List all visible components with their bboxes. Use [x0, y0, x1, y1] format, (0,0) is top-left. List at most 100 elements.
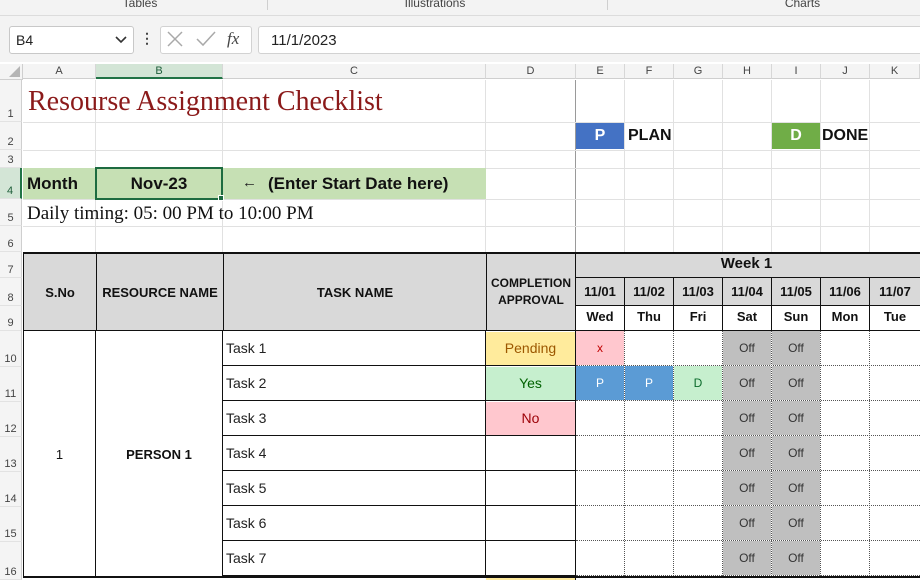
mark-cell[interactable] [674, 506, 722, 540]
column-header-j[interactable]: J [821, 64, 870, 79]
month-label[interactable]: Month [27, 174, 78, 194]
date-cell[interactable]: 11/03 [674, 278, 723, 306]
row-header-2[interactable]: 2 [0, 122, 22, 150]
mark-cell[interactable] [625, 471, 673, 505]
task-name-cell[interactable]: Task 1 [223, 331, 486, 366]
done-cell[interactable]: D [674, 366, 722, 400]
daily-timing-text[interactable]: Daily timing: 05: 00 PM to 10:00 PM [27, 203, 314, 225]
approval-cell[interactable] [486, 507, 575, 540]
day-off-cell[interactable]: Off [772, 436, 820, 470]
day-off-cell[interactable]: Off [723, 471, 771, 505]
mark-cell[interactable] [821, 471, 869, 505]
task-name-cell[interactable]: Task 5 [223, 471, 486, 506]
more-options-icon[interactable]: ⋮ [140, 30, 154, 47]
mark-cell[interactable] [821, 506, 869, 540]
day-off-cell[interactable]: Off [723, 436, 771, 470]
mark-cell[interactable] [625, 541, 673, 575]
day-off-cell[interactable]: Off [723, 366, 771, 400]
sheet-title[interactable]: Resourse Assignment Checklist [28, 86, 383, 118]
week-label[interactable]: Week 1 [576, 255, 917, 272]
mark-cell[interactable] [576, 471, 624, 505]
mark-cell[interactable] [870, 506, 919, 540]
approval-cell[interactable] [486, 472, 575, 505]
column-header-k[interactable]: K [870, 64, 920, 79]
row-header-12[interactable]: 12 [0, 402, 22, 437]
column-header-g[interactable]: G [674, 64, 723, 79]
row-header-14[interactable]: 14 [0, 472, 22, 507]
mark-cell[interactable] [625, 331, 673, 365]
day-cell[interactable]: Sat [723, 306, 772, 331]
row-header-11[interactable]: 11 [0, 367, 22, 402]
day-cell[interactable]: Wed [576, 306, 625, 331]
mark-cell[interactable] [821, 366, 869, 400]
day-cell[interactable]: Mon [821, 306, 870, 331]
day-off-cell[interactable]: Off [772, 506, 820, 540]
mark-cell[interactable] [576, 436, 624, 470]
mark-cell[interactable] [821, 541, 869, 575]
day-off-cell[interactable]: Off [723, 506, 771, 540]
select-all-corner[interactable] [0, 64, 23, 80]
row-header-8[interactable]: 8 [0, 278, 22, 306]
date-cell[interactable]: 11/02 [625, 278, 674, 306]
mark-cell[interactable] [821, 331, 869, 365]
task-name-cell[interactable]: Task 6 [223, 506, 486, 541]
cancel-icon[interactable] [165, 28, 185, 56]
mark-cell[interactable] [576, 541, 624, 575]
day-off-cell[interactable]: Off [772, 366, 820, 400]
legend-done-swatch[interactable]: D [772, 123, 820, 149]
mark-cell[interactable] [821, 436, 869, 470]
task-name-cell[interactable]: Task 3 [223, 401, 486, 436]
date-cell[interactable]: 11/07 [870, 278, 920, 306]
row-header-5[interactable]: 5 [0, 199, 22, 226]
column-header-b[interactable]: B [96, 64, 223, 79]
task-name-cell[interactable]: Task 2 [223, 366, 486, 401]
task-name-cell[interactable]: Task 7 [223, 541, 486, 576]
mark-cell[interactable] [870, 541, 919, 575]
column-header-d[interactable]: D [486, 64, 576, 79]
mark-cell[interactable] [674, 401, 722, 435]
header-task-name[interactable]: TASK NAME [223, 252, 486, 331]
day-cell[interactable]: Sun [772, 306, 821, 331]
mark-cell[interactable] [576, 506, 624, 540]
chevron-down-icon[interactable] [114, 30, 128, 53]
mark-cell[interactable] [870, 471, 919, 505]
ribbon-group-charts[interactable]: Charts [760, 0, 845, 10]
day-cell[interactable]: Thu [625, 306, 674, 331]
insert-function-icon[interactable]: fx [227, 29, 239, 49]
approval-cell[interactable]: No [486, 402, 575, 435]
day-off-cell[interactable]: Off [723, 541, 771, 575]
approval-cell[interactable]: Yes [486, 367, 575, 400]
day-off-cell[interactable]: Off [772, 471, 820, 505]
mark-cell[interactable] [870, 401, 919, 435]
ribbon-group-illustrations[interactable]: Illustrations [370, 0, 500, 10]
column-header-c[interactable]: C [223, 64, 486, 79]
day-off-cell[interactable]: Off [772, 331, 820, 365]
header-resource-name[interactable]: RESOURCE NAME [96, 252, 223, 331]
fill-handle[interactable] [218, 195, 224, 201]
column-header-i[interactable]: I [772, 64, 821, 79]
row-header-4[interactable]: 4 [0, 168, 22, 199]
mark-cell[interactable] [674, 436, 722, 470]
row-header-13[interactable]: 13 [0, 437, 22, 472]
date-cell[interactable]: 11/05 [772, 278, 821, 306]
row-header-15[interactable]: 15 [0, 507, 22, 542]
legend-done-label[interactable]: DONE [822, 123, 868, 149]
mark-cell[interactable] [576, 401, 624, 435]
mark-cell[interactable]: x [576, 331, 624, 365]
header-sno[interactable]: S.No [23, 252, 96, 331]
row-header-1[interactable]: 1 [0, 80, 22, 122]
column-header-e[interactable]: E [576, 64, 625, 79]
formula-input[interactable]: 11/1/2023 [258, 26, 920, 54]
column-header-f[interactable]: F [625, 64, 674, 79]
mark-cell[interactable] [625, 401, 673, 435]
month-input-cell[interactable]: Nov-23 [95, 167, 223, 200]
legend-plan-label[interactable]: PLAN [628, 123, 672, 149]
row-header-6[interactable]: 6 [0, 226, 22, 252]
row-header-16[interactable]: 16 [0, 542, 22, 580]
mark-cell[interactable] [870, 366, 919, 400]
approval-cell[interactable] [486, 542, 575, 575]
day-cell[interactable]: Fri [674, 306, 723, 331]
row-header-7[interactable]: 7 [0, 252, 22, 278]
day-off-cell[interactable]: Off [723, 401, 771, 435]
day-off-cell[interactable]: Off [772, 401, 820, 435]
